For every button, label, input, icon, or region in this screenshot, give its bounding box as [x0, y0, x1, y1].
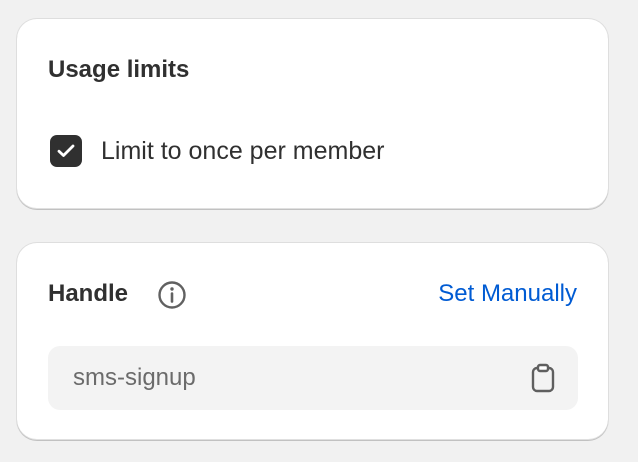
info-icon[interactable] [157, 280, 187, 310]
handle-card: Handle Set Manually sms-signup [17, 243, 608, 440]
clipboard-icon[interactable] [528, 363, 558, 393]
handle-field[interactable]: sms-signup [48, 346, 578, 410]
page: Usage limits Limit to once per member Ha… [0, 0, 638, 462]
usage-limits-card: Usage limits Limit to once per member [17, 19, 608, 209]
usage-limits-title: Usage limits [48, 56, 190, 83]
set-manually-link[interactable]: Set Manually [438, 280, 577, 308]
checkmark-icon [57, 144, 75, 157]
limit-once-checkbox-row[interactable]: Limit to once per member [50, 135, 384, 167]
handle-title: Handle [48, 280, 129, 307]
limit-once-checkbox[interactable] [50, 135, 82, 167]
handle-value: sms-signup [73, 364, 196, 391]
limit-once-label: Limit to once per member [101, 137, 385, 165]
